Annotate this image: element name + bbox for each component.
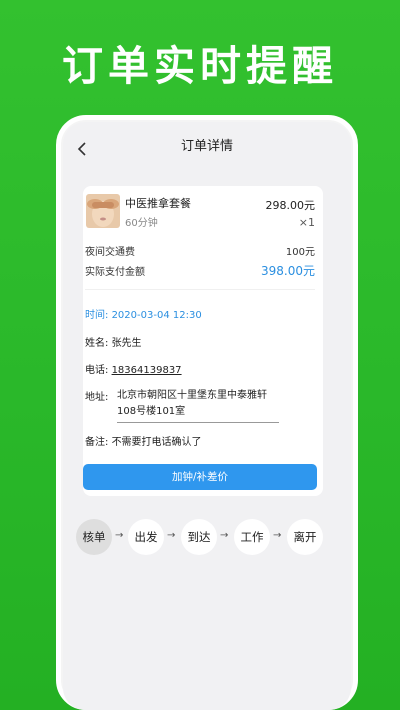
address-value: 北京市朝阳区十里堡东里中泰雅轩108号楼101室 bbox=[117, 388, 279, 423]
name-row: 姓名: 张先生 bbox=[85, 334, 142, 349]
note-label: 备注: bbox=[85, 437, 109, 448]
service-thumbnail bbox=[86, 194, 120, 228]
add-time-button[interactable]: 加钟/补差价 bbox=[83, 464, 317, 490]
service-name: 中医推拿套餐 bbox=[125, 197, 191, 210]
time-value: 2020-03-04 12:30 bbox=[111, 310, 202, 321]
step-working[interactable]: 工作 bbox=[234, 519, 270, 555]
note-row: 备注: 不需要打电话确认了 bbox=[85, 433, 202, 448]
note-value: 不需要打电话确认了 bbox=[111, 437, 202, 448]
total-row: 实际支付金额 398.00元 bbox=[85, 263, 315, 278]
order-progress-steps: 核单 → 出发 → 到达 → 工作 → 离开 bbox=[76, 519, 326, 557]
time-row: 时间: 2020-03-04 12:30 bbox=[85, 306, 202, 321]
address-label: 地址: bbox=[85, 392, 109, 403]
phone-screen: 订单详情 中医推拿套餐 60分钟 298.00元 ×1 夜间交通费 100元 实… bbox=[63, 122, 351, 710]
step-arrive[interactable]: 到达 bbox=[181, 519, 217, 555]
total-label: 实际支付金额 bbox=[85, 267, 145, 278]
night-fee-label: 夜间交通费 bbox=[85, 247, 135, 258]
arrow-right-icon: → bbox=[115, 530, 124, 541]
order-card: 中医推拿套餐 60分钟 298.00元 ×1 夜间交通费 100元 实际支付金额… bbox=[83, 186, 323, 496]
arrow-right-icon: → bbox=[273, 530, 282, 541]
arrow-right-icon: → bbox=[220, 530, 229, 541]
navbar: 订单详情 bbox=[63, 122, 351, 170]
total-value: 398.00元 bbox=[261, 264, 315, 278]
step-check-order[interactable]: 核单 bbox=[76, 519, 112, 555]
page-title: 订单详情 bbox=[180, 139, 233, 154]
phone-label: 电话: bbox=[85, 365, 109, 376]
service-quantity: ×1 bbox=[298, 216, 315, 229]
night-fee-value: 100元 bbox=[285, 247, 315, 258]
headline: 订单实时提醒 bbox=[62, 42, 338, 90]
service-price: 298.00元 bbox=[265, 199, 316, 212]
phone-link[interactable]: 18364139837 bbox=[112, 365, 182, 376]
name-label: 姓名: bbox=[85, 338, 109, 349]
night-fee-row: 夜间交通费 100元 bbox=[85, 243, 315, 258]
time-label: 时间: bbox=[85, 310, 109, 321]
step-leave[interactable]: 离开 bbox=[287, 519, 323, 555]
phone-row: 电话: 18364139837 bbox=[85, 361, 182, 376]
step-depart[interactable]: 出发 bbox=[128, 519, 164, 555]
divider bbox=[85, 289, 315, 290]
service-duration: 60分钟 bbox=[125, 218, 158, 229]
name-value: 张先生 bbox=[111, 338, 142, 349]
arrow-right-icon: → bbox=[167, 530, 176, 541]
